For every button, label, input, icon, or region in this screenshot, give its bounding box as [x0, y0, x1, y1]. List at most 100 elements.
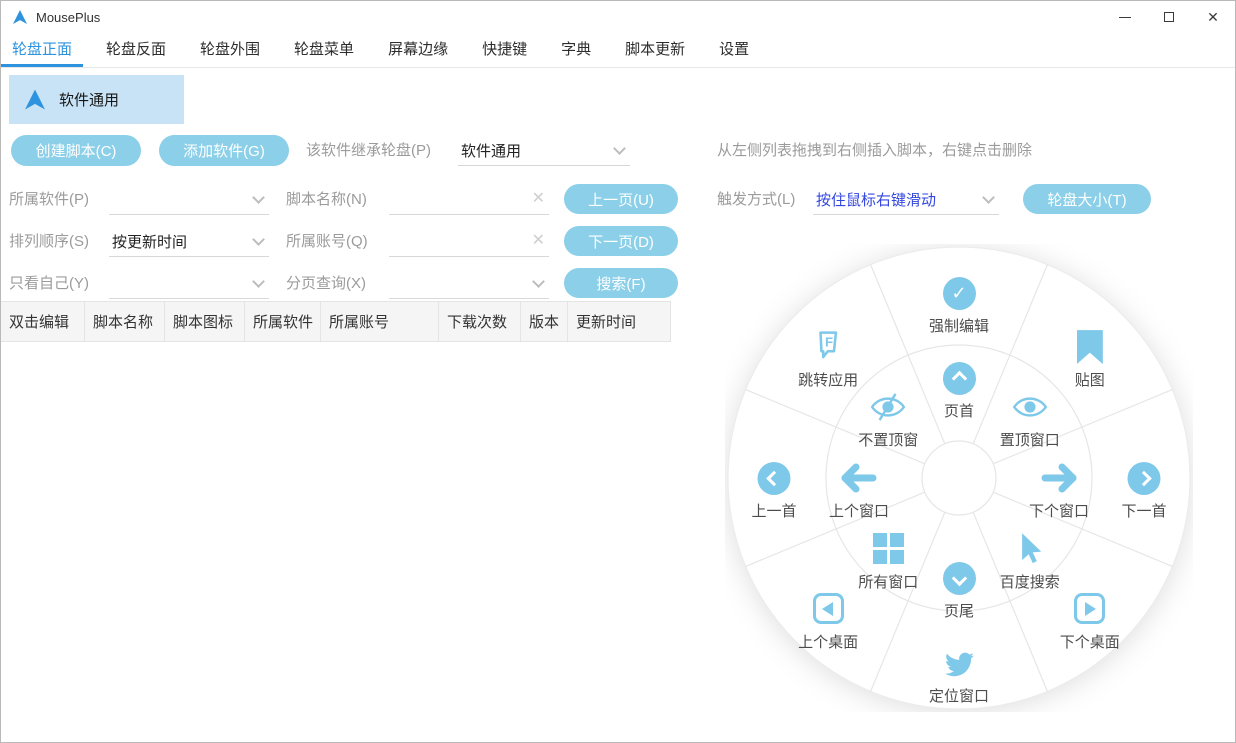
app-window: MousePlus ✕ 轮盘正面 轮盘反面 轮盘外围 轮盘菜单 屏幕边缘 快捷键 字典 脚本更… [0, 0, 1236, 743]
search-button[interactable]: 搜索(F) [564, 268, 678, 298]
wheel-item-label: 下个窗口 [1028, 503, 1090, 520]
column-header-dblclick-edit: 双击编辑 [1, 302, 85, 341]
wheel-item-label: 页尾 [943, 603, 974, 620]
eye-slash-icon [869, 390, 907, 424]
clear-icon[interactable]: ✕ [532, 191, 545, 207]
maximize-icon [1164, 12, 1174, 22]
order-label: 排列顺序(S) [9, 233, 89, 250]
window-controls: ✕ [1103, 1, 1235, 33]
wheel-item-label: 所有窗口 [858, 573, 919, 591]
create-script-button[interactable]: 创建脚本(C) [11, 135, 141, 166]
chevron-down-icon [252, 274, 265, 288]
arrow-left-icon [840, 461, 878, 495]
wheel-size-button[interactable]: 轮盘大小(T) [1023, 184, 1151, 214]
next-page-button[interactable]: 下一页(D) [564, 226, 678, 256]
arrow-right-icon [1040, 461, 1078, 495]
tab-dictionary[interactable]: 字典 [550, 33, 602, 67]
wheel-item-jump-app[interactable]: F 跳转应用 [798, 330, 858, 390]
wheel-item-label: 强制编辑 [928, 318, 990, 335]
twitter-icon [942, 646, 976, 680]
script-table-header: 双击编辑 脚本名称 脚本图标 所属软件 所属账号 下载次数 版本 更新时间 [1, 301, 671, 342]
wheel-item-label: 跳转应用 [798, 372, 859, 390]
tab-wheel-outer[interactable]: 轮盘外围 [189, 33, 271, 67]
software-list-item-selected[interactable]: 软件通用 [9, 75, 184, 124]
foursquare-icon: F [811, 330, 845, 364]
wheel-item-screenshot-pin[interactable]: 贴图 [1073, 330, 1107, 390]
wheel-item-baidu-search[interactable]: 百度搜索 [1000, 532, 1060, 592]
check-circle-icon: ✓ [942, 276, 976, 310]
wheel-item-label: 下个桌面 [1059, 633, 1120, 651]
tab-settings[interactable]: 设置 [708, 33, 760, 67]
owner-software-select[interactable] [109, 184, 269, 215]
script-name-input[interactable] [389, 190, 532, 208]
owner-software-label: 所属软件(P) [9, 191, 89, 208]
tab-script-update[interactable]: 脚本更新 [614, 33, 696, 67]
wheel-item-prev-window[interactable]: 上个窗口 [829, 461, 889, 521]
clear-icon[interactable]: ✕ [532, 233, 545, 249]
chevron-down-icon [252, 190, 265, 204]
wheel-item-prev-desktop[interactable]: 上个桌面 [798, 592, 858, 652]
chevron-down-icon [982, 190, 995, 204]
column-header-owner-software: 所属软件 [245, 302, 321, 341]
play-square-right-icon [1073, 592, 1107, 626]
column-header-script-name: 脚本名称 [85, 302, 165, 341]
eye-icon [1011, 390, 1049, 424]
paging-query-label: 分页查询(X) [286, 275, 366, 292]
chevron-left-circle-icon [757, 461, 791, 495]
tab-wheel-back[interactable]: 轮盘反面 [95, 33, 177, 67]
trigger-mode-value: 按住鼠标右键滑动 [816, 191, 937, 209]
wheel-item-all-windows[interactable]: 所有窗口 [858, 532, 918, 592]
svg-text:F: F [825, 335, 833, 350]
wheel-item-page-bottom[interactable]: 页尾 [942, 561, 976, 621]
inherit-wheel-value: 软件通用 [461, 142, 522, 160]
inherit-wheel-select[interactable]: 软件通用 [458, 135, 630, 166]
wheel-item-page-top[interactable]: 页首 [942, 361, 976, 421]
column-header-version: 版本 [521, 302, 568, 341]
chevron-down-icon [532, 274, 545, 288]
wheel-item-prev-song[interactable]: 上一首 [751, 461, 797, 521]
only-mine-select[interactable] [109, 268, 269, 299]
column-header-update-time: 更新时间 [568, 302, 671, 341]
trigger-mode-select[interactable]: 按住鼠标右键滑动 [813, 184, 999, 215]
app-title: MousePlus [36, 9, 101, 25]
owner-account-label: 所属账号(Q) [286, 233, 368, 250]
add-software-button[interactable]: 添加软件(G) [159, 135, 289, 166]
chevron-down-circle-icon [942, 561, 976, 595]
owner-account-input[interactable] [389, 232, 532, 250]
tab-bar: 轮盘正面 轮盘反面 轮盘外围 轮盘菜单 屏幕边缘 快捷键 字典 脚本更新 设置 [1, 33, 1235, 68]
software-triangle-icon [25, 89, 45, 110]
windows-icon [871, 532, 905, 566]
wheel-item-label: 不置顶窗 [858, 432, 919, 450]
close-button[interactable]: ✕ [1191, 1, 1235, 33]
script-name-label: 脚本名称(N) [286, 191, 367, 208]
tab-wheel-menu[interactable]: 轮盘菜单 [283, 33, 365, 67]
wheel-item-label: 上个窗口 [828, 503, 890, 520]
prev-page-button[interactable]: 上一页(U) [564, 184, 678, 214]
wheel-item-label: 定位窗口 [928, 688, 990, 705]
wheel-item-label: 下一首 [1121, 503, 1167, 520]
minimize-button[interactable] [1103, 1, 1147, 33]
wheel-item-next-window[interactable]: 下个窗口 [1029, 461, 1089, 521]
only-mine-label: 只看自己(Y) [9, 275, 89, 292]
wheel-item-unpin-window[interactable]: 不置顶窗 [858, 390, 918, 450]
wheel-item-next-desktop[interactable]: 下个桌面 [1060, 592, 1120, 652]
wheel-item-pin-window[interactable]: 置顶窗口 [1000, 390, 1060, 450]
tab-wheel-front[interactable]: 轮盘正面 [1, 33, 84, 67]
wheel-menu: 页首置顶窗口下个窗口百度搜索页尾 所有窗口 上个窗口 不置顶窗 ✓ 强制编辑贴图下一首下个… [725, 244, 1193, 712]
tab-hotkeys[interactable]: 快捷键 [471, 33, 538, 67]
wheel-item-locate-window[interactable]: 定位窗口 [929, 646, 989, 706]
order-select[interactable]: 按更新时间 [109, 226, 269, 257]
wheel-item-force-edit[interactable]: ✓ 强制编辑 [929, 276, 989, 336]
order-value: 按更新时间 [112, 233, 188, 251]
paging-query-select[interactable] [389, 268, 549, 299]
tab-screen-edge[interactable]: 屏幕边缘 [377, 33, 459, 67]
cursor-icon [1013, 532, 1047, 566]
inherit-wheel-label: 该软件继承轮盘(P) [306, 142, 431, 159]
wheel-item-label: 置顶窗口 [999, 432, 1060, 450]
maximize-button[interactable] [1147, 1, 1191, 33]
chevron-right-circle-icon [1127, 461, 1161, 495]
script-name-field: ✕ [389, 184, 549, 215]
wheel-item-next-song[interactable]: 下一首 [1121, 461, 1167, 521]
minimize-icon [1119, 16, 1131, 18]
bookmark-icon [1073, 330, 1107, 365]
